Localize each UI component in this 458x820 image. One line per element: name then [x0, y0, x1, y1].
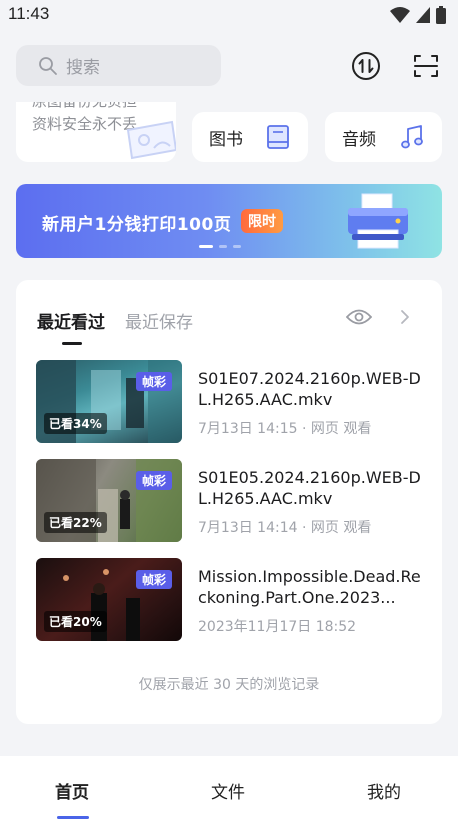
- tab-recent-saved[interactable]: 最近保存: [125, 308, 193, 333]
- signal-icon: [416, 7, 430, 23]
- quality-badge: 帧彩: [135, 471, 172, 490]
- tab-indicator: [62, 342, 82, 345]
- watch-progress: 已看34%: [44, 413, 107, 434]
- list-item[interactable]: 帧彩 已看22% S01E05.2024.2160p.WEB-DL.H265.A…: [36, 459, 426, 543]
- scan-button[interactable]: [408, 48, 444, 84]
- printer-illustration: [348, 193, 408, 249]
- backup-promo-line2: 资料安全永不丢: [32, 115, 138, 133]
- watch-progress: 已看22%: [44, 512, 107, 533]
- video-meta: 2023年11月17日 18:52: [198, 619, 357, 635]
- list-item[interactable]: 帧彩 已看34% S01E07.2024.2160p.WEB-DL.H265.A…: [36, 360, 426, 444]
- recent-panel: 最近看过 最近保存 帧彩 已看34% S01E07.2024.2160p.WEB…: [16, 280, 442, 724]
- eye-icon[interactable]: [346, 307, 372, 327]
- list-item[interactable]: 帧彩 已看20% Mission.Impossible.Dead.Reckoni…: [36, 558, 426, 642]
- video-meta: 7月13日 14:15 · 网页 观看: [198, 421, 372, 437]
- pagination-dot: [233, 245, 241, 248]
- pagination-dot: [199, 245, 213, 248]
- video-meta: 7月13日 14:14 · 网页 观看: [198, 520, 372, 536]
- video-thumbnail[interactable]: 帧彩 已看34%: [36, 360, 182, 443]
- nav-files[interactable]: 文件: [211, 778, 245, 803]
- video-thumbnail[interactable]: 帧彩 已看20%: [36, 558, 182, 641]
- nav-home[interactable]: 首页: [55, 778, 89, 803]
- battery-icon: [436, 6, 446, 24]
- backup-promo-card[interactable]: 原图备份无负担 资料安全永不丢: [16, 102, 176, 162]
- nav-me[interactable]: 我的: [367, 778, 401, 803]
- backup-promo-line1: 原图备份无负担: [32, 102, 137, 111]
- top-bar: 搜索: [0, 40, 458, 92]
- quality-badge: 帧彩: [135, 570, 172, 589]
- books-shortcut[interactable]: 图书: [192, 112, 308, 162]
- status-bar: 11:43: [0, 0, 458, 30]
- chevron-right-icon[interactable]: [398, 308, 412, 326]
- search-input[interactable]: 搜索: [16, 45, 221, 86]
- bottom-nav: 首页 文件 我的: [0, 756, 458, 820]
- cloud-photo-illustration: [126, 120, 176, 160]
- books-label: 图书: [209, 129, 243, 150]
- quality-badge: 帧彩: [135, 372, 172, 391]
- banner-text: 新用户1分钱打印100页: [42, 215, 232, 235]
- pagination-dot: [219, 245, 227, 248]
- scan-icon: [414, 55, 438, 77]
- banner-pagination: [199, 245, 241, 248]
- book-icon: [267, 125, 289, 149]
- music-note-icon: [401, 125, 423, 149]
- wifi-icon: [390, 7, 410, 23]
- audio-label: 音频: [342, 129, 376, 150]
- transfer-icon: [352, 52, 380, 80]
- video-title: S01E05.2024.2160p.WEB-DL.H265.AAC.mkv: [198, 468, 421, 508]
- search-placeholder: 搜索: [66, 58, 100, 78]
- print-promo-banner[interactable]: 新用户1分钱打印100页 限时: [16, 184, 442, 258]
- status-icons: [390, 6, 446, 24]
- search-icon: [39, 56, 57, 75]
- video-title: Mission.Impossible.Dead.Reckoning.Part.O…: [198, 567, 421, 607]
- nav-active-indicator: [57, 816, 89, 819]
- video-thumbnail[interactable]: 帧彩 已看22%: [36, 459, 182, 542]
- audio-shortcut[interactable]: 音频: [325, 112, 442, 162]
- status-time: 11:43: [8, 4, 50, 23]
- tab-recent-watched[interactable]: 最近看过: [37, 308, 105, 333]
- history-footnote: 仅展示最近 30 天的浏览记录: [138, 677, 320, 693]
- transfer-button[interactable]: [348, 48, 384, 84]
- watch-progress: 已看20%: [44, 611, 107, 632]
- video-title: S01E07.2024.2160p.WEB-DL.H265.AAC.mkv: [198, 369, 421, 409]
- banner-badge: 限时: [241, 209, 283, 233]
